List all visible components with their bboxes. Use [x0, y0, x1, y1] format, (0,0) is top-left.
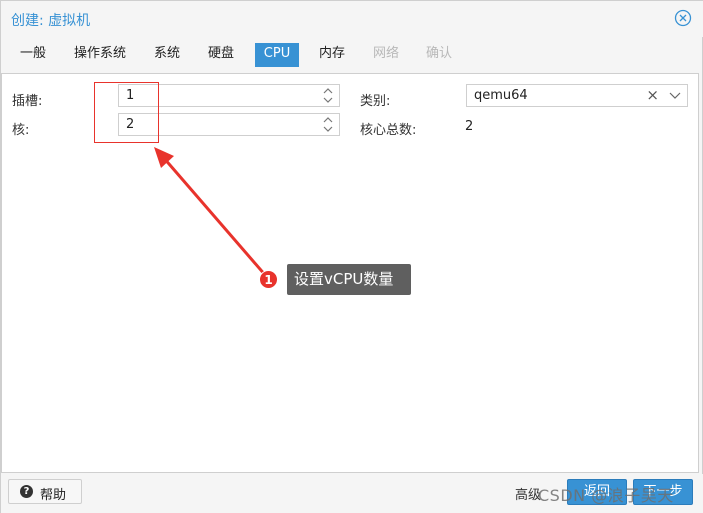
chevron-down-icon[interactable] — [669, 89, 681, 101]
tab-os[interactable]: 操作系统 — [68, 43, 132, 67]
tab-bar: 一般 操作系统 系统 硬盘 CPU 内存 网络 确认 — [1, 39, 703, 69]
close-icon[interactable] — [674, 9, 692, 27]
total-cores-label: 核心总数: — [360, 123, 417, 138]
help-button-label: 帮助 — [40, 488, 67, 503]
title-bar: 创建: 虚拟机 — [1, 1, 703, 37]
sockets-label: 插槽: — [12, 94, 43, 109]
tab-memory[interactable]: 内存 — [313, 43, 351, 67]
clear-icon[interactable]: × — [646, 86, 659, 104]
tab-disk[interactable]: 硬盘 — [202, 43, 240, 67]
annotation-label: 设置vCPU数量 — [287, 264, 411, 295]
dialog-footer: ? 帮助 高级 返回 下一步 CSDN @浪子吴天 — [1, 474, 703, 513]
tab-confirm: 确认 — [426, 46, 453, 61]
tab-system[interactable]: 系统 — [148, 43, 186, 67]
spinner-arrows-icon[interactable] — [322, 87, 334, 104]
help-button[interactable]: ? 帮助 — [8, 479, 82, 504]
create-vm-dialog: 创建: 虚拟机 一般 操作系统 系统 硬盘 CPU 内存 网络 确认 插槽: 1… — [0, 0, 703, 513]
tab-general[interactable]: 一般 — [14, 43, 52, 67]
question-circle-icon: ? — [20, 485, 33, 498]
cpu-type-select[interactable]: qemu64 × — [466, 84, 688, 107]
tab-cpu[interactable]: CPU — [255, 43, 299, 67]
total-cores-value: 2 — [465, 119, 474, 134]
cores-label: 核: — [12, 123, 30, 138]
annotation-highlight-box — [94, 82, 159, 143]
dialog-title: 创建: 虚拟机 — [11, 13, 91, 29]
tab-network: 网络 — [373, 46, 400, 61]
spinner-arrows-icon[interactable] — [322, 116, 334, 133]
type-label: 类别: — [360, 94, 391, 109]
cpu-type-value: qemu64 — [474, 88, 528, 103]
annotation-number-badge: 1 — [259, 270, 278, 289]
csdn-watermark: CSDN @浪子吴天 — [538, 486, 674, 505]
